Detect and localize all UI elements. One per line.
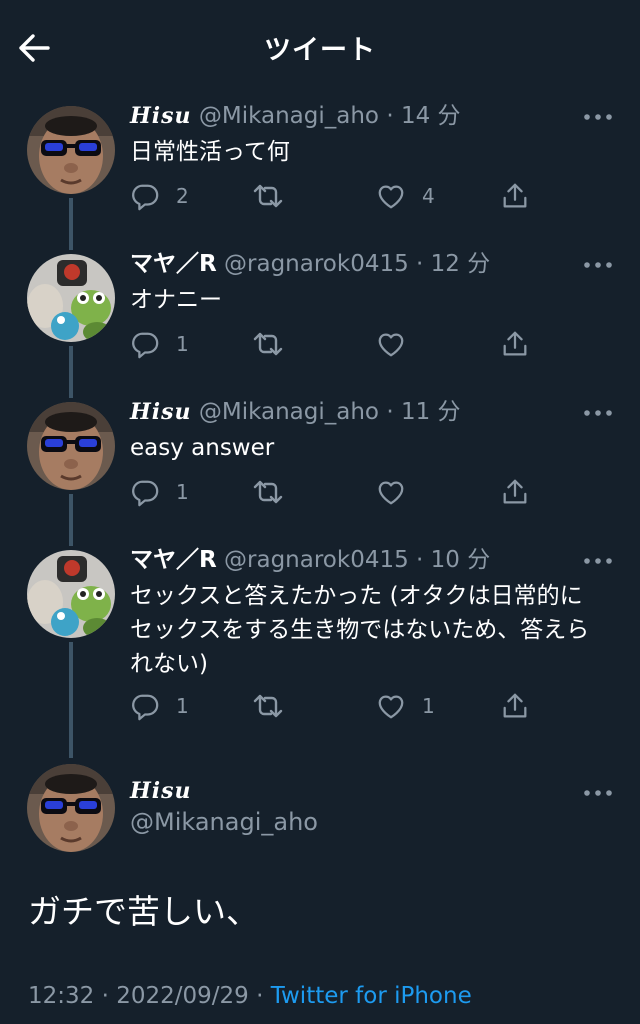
user-handle[interactable]: @ragnarok0415 xyxy=(224,547,409,573)
tweet-text: easy answer xyxy=(130,435,275,461)
share-button[interactable] xyxy=(500,476,530,508)
retweet-icon xyxy=(252,180,284,212)
separator: · xyxy=(416,547,424,573)
avatar[interactable] xyxy=(27,550,115,638)
share-icon xyxy=(500,329,530,359)
thread-connector xyxy=(69,198,73,250)
action-bar: 1 xyxy=(130,476,550,508)
heart-icon xyxy=(376,691,406,721)
retweet-button[interactable] xyxy=(252,180,284,212)
share-icon xyxy=(500,691,530,721)
like-button[interactable] xyxy=(376,328,406,360)
timestamp[interactable]: 12 分 xyxy=(431,251,491,277)
tweet-text: セックスと答えたかった (オタクは日常的に セックスをする生き物ではないため、答… xyxy=(130,579,620,681)
tweet-text: オナニー xyxy=(130,287,222,313)
display-name[interactable]: マヤ／R xyxy=(130,547,217,573)
tweet-text-line: セックスと答えたかった (オタクは日常的に xyxy=(130,583,583,609)
display-name[interactable]: Hisu xyxy=(130,776,192,804)
thread-connector xyxy=(69,642,73,758)
reply-count: 1 xyxy=(176,480,189,504)
like-button[interactable]: 1 xyxy=(376,690,435,722)
tweet-header: マヤ／R @ragnarok0415 · 10 分 xyxy=(130,544,490,576)
avatar[interactable] xyxy=(27,764,115,852)
reply-icon xyxy=(130,181,160,211)
share-button[interactable] xyxy=(500,328,530,360)
avatar[interactable] xyxy=(27,254,115,342)
share-icon xyxy=(500,477,530,507)
heart-icon xyxy=(376,329,406,359)
retweet-icon xyxy=(252,328,284,360)
separator: · xyxy=(386,103,394,129)
reply-icon xyxy=(130,477,160,507)
thread-connector xyxy=(69,494,73,546)
timestamp[interactable]: 11 分 xyxy=(401,399,461,425)
timestamp[interactable]: 14 分 xyxy=(401,103,461,129)
tweet-header: Hisu @Mikanagi_aho · 14 分 xyxy=(130,100,461,132)
user-handle[interactable]: @ragnarok0415 xyxy=(224,251,409,277)
like-button[interactable] xyxy=(376,476,406,508)
tweet-text-line: セックスをする生き物ではないため、答えら xyxy=(130,617,590,643)
tweet-text: 日常性活って何 xyxy=(130,139,290,165)
reply-button[interactable]: 1 xyxy=(130,328,189,360)
retweet-icon xyxy=(252,476,284,508)
user-handle[interactable]: @Mikanagi_aho xyxy=(130,808,318,836)
action-bar: 1 xyxy=(130,328,550,360)
top-bar: ツイート xyxy=(0,0,640,96)
heart-icon xyxy=(376,181,406,211)
separator: · xyxy=(386,399,394,425)
tweet-time: 12:32 xyxy=(28,983,95,1009)
heart-icon xyxy=(376,477,406,507)
display-name[interactable]: Hisu xyxy=(130,399,192,425)
retweet-icon xyxy=(252,690,284,722)
tweet-meta: 12:32 · 2022/09/29 · Twitter for iPhone xyxy=(28,980,472,1012)
like-count: 1 xyxy=(422,694,435,718)
thread-connector xyxy=(69,346,73,398)
reply-icon xyxy=(130,691,160,721)
reply-button[interactable]: 1 xyxy=(130,690,189,722)
tweet-header: マヤ／R @ragnarok0415 · 12 分 xyxy=(130,248,490,280)
more-icon[interactable] xyxy=(582,258,614,272)
reply-button[interactable]: 1 xyxy=(130,476,189,508)
share-button[interactable] xyxy=(500,180,530,212)
action-bar: 1 1 xyxy=(130,690,550,722)
reply-count: 1 xyxy=(176,694,189,718)
avatar[interactable] xyxy=(27,402,115,490)
retweet-button[interactable] xyxy=(252,690,284,722)
tweet-text-line: れない) xyxy=(130,651,208,677)
separator: · xyxy=(416,251,424,277)
tweet-date: 2022/09/29 xyxy=(116,983,249,1009)
reply-count: 1 xyxy=(176,332,189,356)
share-icon xyxy=(500,181,530,211)
display-name[interactable]: マヤ／R xyxy=(130,251,217,277)
user-handle[interactable]: @Mikanagi_aho xyxy=(199,103,379,129)
user-handle[interactable]: @Mikanagi_aho xyxy=(199,399,379,425)
retweet-button[interactable] xyxy=(252,476,284,508)
separator: · xyxy=(101,983,109,1009)
timestamp[interactable]: 10 分 xyxy=(431,547,491,573)
reply-button[interactable]: 2 xyxy=(130,180,189,212)
reply-icon xyxy=(130,329,160,359)
more-icon[interactable] xyxy=(582,786,614,800)
like-count: 4 xyxy=(422,184,435,208)
like-button[interactable]: 4 xyxy=(376,180,435,212)
action-bar: 2 4 xyxy=(130,180,550,212)
more-icon[interactable] xyxy=(582,110,614,124)
avatar[interactable] xyxy=(27,106,115,194)
display-name-text: Hisu xyxy=(130,778,192,804)
reply-count: 2 xyxy=(176,184,189,208)
retweet-button[interactable] xyxy=(252,328,284,360)
display-name[interactable]: Hisu xyxy=(130,103,192,129)
more-icon[interactable] xyxy=(582,406,614,420)
separator: · xyxy=(256,983,264,1009)
share-button[interactable] xyxy=(500,690,530,722)
tweet-text: ガチで苦しい、 xyxy=(28,892,259,931)
page-title: ツイート xyxy=(264,35,376,66)
more-icon[interactable] xyxy=(582,554,614,568)
tweet-header: Hisu @Mikanagi_aho · 11 分 xyxy=(130,396,461,428)
client-link[interactable]: Twitter for iPhone xyxy=(271,983,472,1009)
